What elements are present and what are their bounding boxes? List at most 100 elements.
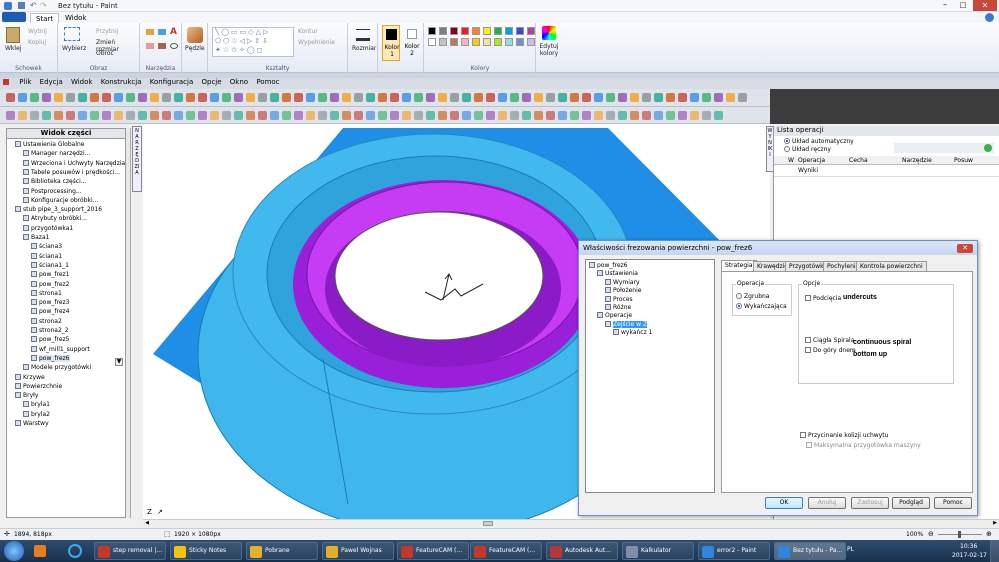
toolbar-tool-icon[interactable] bbox=[558, 111, 567, 120]
palette-swatch[interactable] bbox=[450, 27, 458, 35]
help-icon[interactable] bbox=[985, 13, 994, 22]
toolbar-tool-icon[interactable] bbox=[366, 111, 375, 120]
tree-item[interactable]: ściana1 bbox=[31, 252, 62, 260]
taskbar-item[interactable]: Bez tytułu - Pa... bbox=[774, 542, 846, 560]
toolbar-tool-icon[interactable] bbox=[654, 111, 663, 120]
tree-item[interactable]: stub pipe_3_support_2016 bbox=[15, 206, 102, 213]
radio-roughing[interactable]: Zgrubna bbox=[736, 293, 769, 300]
dialog-tree-item[interactable]: wykańcz 1 bbox=[613, 329, 652, 336]
toolbar-tool-icon[interactable] bbox=[174, 93, 183, 102]
toolbar-tool-icon[interactable] bbox=[246, 111, 255, 120]
palette-swatch[interactable] bbox=[439, 27, 447, 35]
start-button[interactable] bbox=[4, 541, 24, 561]
toolbar-tool-icon[interactable] bbox=[690, 111, 699, 120]
zoom-in-button[interactable]: ⊕ bbox=[986, 530, 992, 538]
toolbar-tool-icon[interactable] bbox=[114, 111, 123, 120]
toolbar-tool-icon[interactable] bbox=[282, 93, 291, 102]
toolbar-tool-icon[interactable] bbox=[594, 93, 603, 102]
tree-item[interactable]: pow_frez4 bbox=[31, 308, 70, 315]
toolbar-tool-icon[interactable] bbox=[366, 93, 375, 102]
clock-time[interactable]: 10:36 bbox=[960, 543, 977, 550]
toolbar-tool-icon[interactable] bbox=[426, 111, 435, 120]
toolbar-tool-icon[interactable] bbox=[702, 93, 711, 102]
cut-button[interactable]: Wytnij bbox=[28, 28, 47, 35]
palette-swatch[interactable] bbox=[494, 38, 502, 46]
toolbar-tool-icon[interactable] bbox=[354, 111, 363, 120]
taskbar-item[interactable]: Autodesk Aut... bbox=[546, 542, 618, 560]
maximize-button[interactable]: □ bbox=[955, 1, 971, 10]
toolbar-tool-icon[interactable] bbox=[174, 111, 183, 120]
tree-item[interactable]: Wrzeciona i Uchwyty Narzędzia bbox=[23, 159, 125, 167]
radio-auto[interactable]: Układ automatyczny bbox=[784, 138, 854, 145]
zoom-out-button[interactable]: ⊖ bbox=[928, 530, 934, 538]
dialog-tree-item[interactable]: pow_frez6 bbox=[589, 262, 628, 269]
toolbar-tool-icon[interactable] bbox=[42, 111, 51, 120]
toolbar-tool-icon[interactable] bbox=[402, 93, 411, 102]
toolbar-tool-icon[interactable] bbox=[102, 93, 111, 102]
tree-item[interactable]: bryla2 bbox=[23, 410, 50, 418]
toolbar-tool-icon[interactable] bbox=[486, 93, 495, 102]
dialog-tree-item[interactable]: Operacje bbox=[597, 312, 632, 319]
text-tool-icon[interactable]: A bbox=[170, 27, 177, 37]
paste-button[interactable]: Wklej bbox=[5, 45, 21, 52]
toolbar-tool-icon[interactable] bbox=[426, 93, 435, 102]
tree-item[interactable]: ściana1_1 bbox=[31, 261, 69, 269]
toolbar-tool-icon[interactable] bbox=[666, 111, 675, 120]
tree-item[interactable]: pow_frez3 bbox=[31, 299, 70, 306]
toolbar-tool-icon[interactable] bbox=[582, 93, 591, 102]
toolbar-tool-icon[interactable] bbox=[570, 93, 579, 102]
toolbar-tool-icon[interactable] bbox=[42, 93, 51, 102]
toolbar-tool-icon[interactable] bbox=[414, 93, 423, 102]
menu-konfiguracja[interactable]: Konfiguracja bbox=[150, 78, 194, 86]
toolbar-tool-icon[interactable] bbox=[606, 111, 615, 120]
toolbar-tool-icon[interactable] bbox=[102, 111, 111, 120]
palette-swatch[interactable] bbox=[527, 27, 535, 35]
palette-swatch[interactable] bbox=[505, 27, 513, 35]
tree-item[interactable]: Bryły bbox=[15, 392, 38, 399]
toolbar-tool-icon[interactable] bbox=[522, 93, 531, 102]
horizontal-scrollbar[interactable]: ◀ ▶ bbox=[143, 519, 999, 527]
tab-start[interactable]: Start bbox=[30, 13, 60, 23]
palette-swatch[interactable] bbox=[472, 38, 480, 46]
toolbar-tool-icon[interactable] bbox=[114, 93, 123, 102]
fill-button[interactable]: Wypełnienie bbox=[298, 39, 335, 46]
toolbar-tool-icon[interactable] bbox=[738, 93, 747, 102]
toolbar-tool-icon[interactable] bbox=[570, 111, 579, 120]
toolbar-tool-icon[interactable] bbox=[270, 93, 279, 102]
checkbox-fixture-collision[interactable]: Przycinanie kolizji uchwytu bbox=[800, 432, 888, 439]
toolbar-tool-icon[interactable] bbox=[186, 93, 195, 102]
help-button[interactable]: Pomoc bbox=[934, 497, 972, 509]
toolbar-tool-icon[interactable] bbox=[54, 93, 63, 102]
toolbar-tool-icon[interactable] bbox=[222, 111, 231, 120]
size-button[interactable]: Rozmiar bbox=[352, 45, 376, 52]
toolbar-tool-icon[interactable] bbox=[342, 111, 351, 120]
save-icon[interactable] bbox=[18, 2, 25, 9]
toolbar-tool-icon[interactable] bbox=[282, 111, 291, 120]
run-icon[interactable] bbox=[984, 144, 992, 152]
toolbar-tool-icon[interactable] bbox=[150, 111, 159, 120]
tree-item[interactable]: Warstwy bbox=[15, 420, 49, 427]
toolbar-tool-icon[interactable] bbox=[78, 93, 87, 102]
toolbar-tool-icon[interactable] bbox=[78, 111, 87, 120]
toolbar-tool-icon[interactable] bbox=[306, 111, 315, 120]
toolbar-tool-icon[interactable] bbox=[354, 93, 363, 102]
tree-item[interactable]: Konfiguracje obróbki... bbox=[23, 196, 98, 204]
ie-icon[interactable] bbox=[68, 544, 82, 558]
toolbar-tool-icon[interactable] bbox=[534, 111, 543, 120]
taskbar-item[interactable]: Pobrane bbox=[246, 542, 318, 560]
toolbar-tool-icon[interactable] bbox=[18, 111, 27, 120]
crop-button[interactable]: Przytnij bbox=[96, 28, 118, 35]
radio-finishing[interactable]: Wykańczająca bbox=[736, 303, 787, 310]
tree-item[interactable]: Atrybuty obróbki... bbox=[23, 215, 87, 222]
checkbox-spiral[interactable]: Ciągła Spirala bbox=[805, 337, 854, 344]
toolbar-tool-icon[interactable] bbox=[594, 111, 603, 120]
brushes-button[interactable]: Pędzle bbox=[185, 45, 205, 52]
palette-swatch[interactable] bbox=[472, 27, 480, 35]
palette-swatch[interactable] bbox=[516, 38, 524, 46]
toolbar-tool-icon[interactable] bbox=[630, 93, 639, 102]
tab-widok[interactable]: Widok bbox=[60, 13, 92, 23]
dialog-tree-item[interactable]: Różne bbox=[605, 304, 631, 311]
toolbar-tool-icon[interactable] bbox=[702, 111, 711, 120]
toolbar-tool-icon[interactable] bbox=[258, 93, 267, 102]
edit-colors-button[interactable]: Edytuj kolory bbox=[538, 43, 560, 57]
